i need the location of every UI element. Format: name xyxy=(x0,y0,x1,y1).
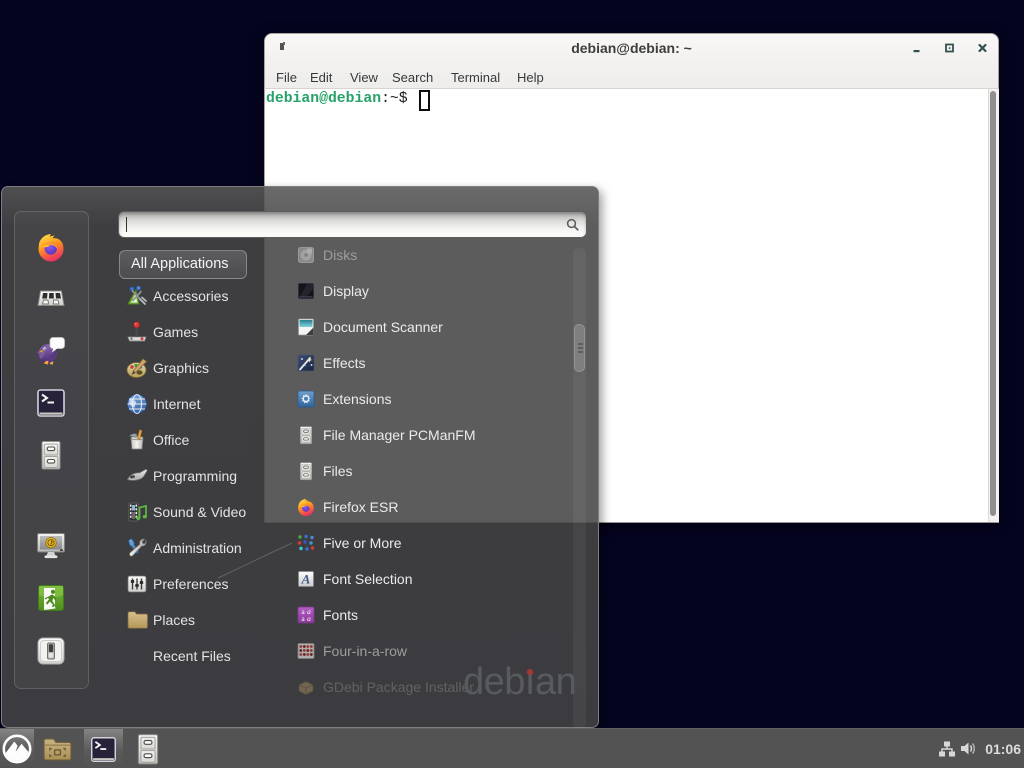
svg-text:a: a xyxy=(307,614,311,623)
svg-text:A: A xyxy=(301,572,311,587)
